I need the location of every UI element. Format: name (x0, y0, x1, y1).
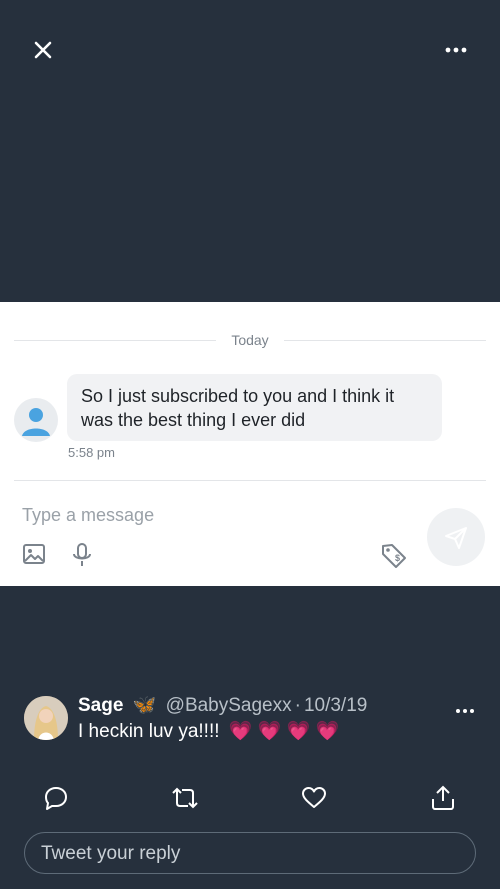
reply-icon (45, 787, 67, 810)
avatar[interactable] (14, 398, 58, 442)
top-bar (0, 0, 500, 100)
message-bubble[interactable]: So I just subscribed to you and I think … (67, 374, 442, 441)
date-separator: Today (0, 332, 500, 348)
image-icon (23, 544, 45, 564)
like-button[interactable] (301, 785, 327, 811)
date-separator-label: Today (217, 332, 283, 348)
close-button[interactable] (30, 37, 56, 63)
composer-divider (14, 480, 486, 481)
tweet-body: I heckin luv ya!!!! 💗 💗 💗 💗 (78, 719, 339, 743)
tweet-separator: · (294, 695, 301, 716)
tweet-header: Sage 🦋 @BabySagexx · 10/3/19 (78, 693, 367, 717)
retweet-icon (172, 787, 198, 809)
share-button[interactable] (430, 785, 456, 811)
close-icon (34, 41, 52, 59)
microphone-icon (73, 543, 91, 566)
send-icon (445, 527, 467, 549)
tweet-author-avatar[interactable] (24, 696, 68, 740)
tweet-date: 10/3/19 (303, 695, 368, 716)
default-user-avatar-icon (22, 408, 50, 436)
message-input[interactable] (22, 502, 402, 528)
send-button[interactable] (427, 508, 485, 566)
tweet-author-handle[interactable]: @BabySagexx (166, 695, 292, 716)
more-horizontal-icon (456, 709, 474, 713)
heart-emoji-icon: 💗 💗 💗 💗 (228, 721, 340, 742)
retweet-button[interactable] (171, 785, 199, 811)
tweet-reply-box (24, 832, 476, 874)
tweet-reply-input[interactable] (41, 842, 451, 866)
more-options-button[interactable] (442, 40, 470, 60)
price-tag-icon: $ (382, 544, 406, 568)
svg-text:$: $ (395, 553, 400, 563)
attach-image-button[interactable] (22, 542, 46, 566)
tweet-author-name[interactable]: Sage (78, 695, 123, 716)
tweet-text: I heckin luv ya!!!! (78, 721, 220, 742)
tweet-actions (0, 785, 500, 815)
like-icon (302, 787, 326, 808)
voice-message-button[interactable] (71, 542, 93, 568)
profile-photo-icon (24, 696, 68, 740)
message-text: So I just subscribed to you and I think … (81, 386, 395, 430)
butterfly-icon: 🦋 (132, 695, 157, 716)
share-icon (432, 785, 454, 810)
more-horizontal-icon (445, 47, 467, 53)
direct-message-card: Today So I just subscribed to you and I … (0, 302, 500, 586)
tweet-more-button[interactable] (454, 702, 476, 713)
message-timestamp: 5:58 pm (68, 445, 115, 460)
reply-button[interactable] (43, 785, 69, 811)
price-tag-button[interactable]: $ (380, 542, 408, 570)
